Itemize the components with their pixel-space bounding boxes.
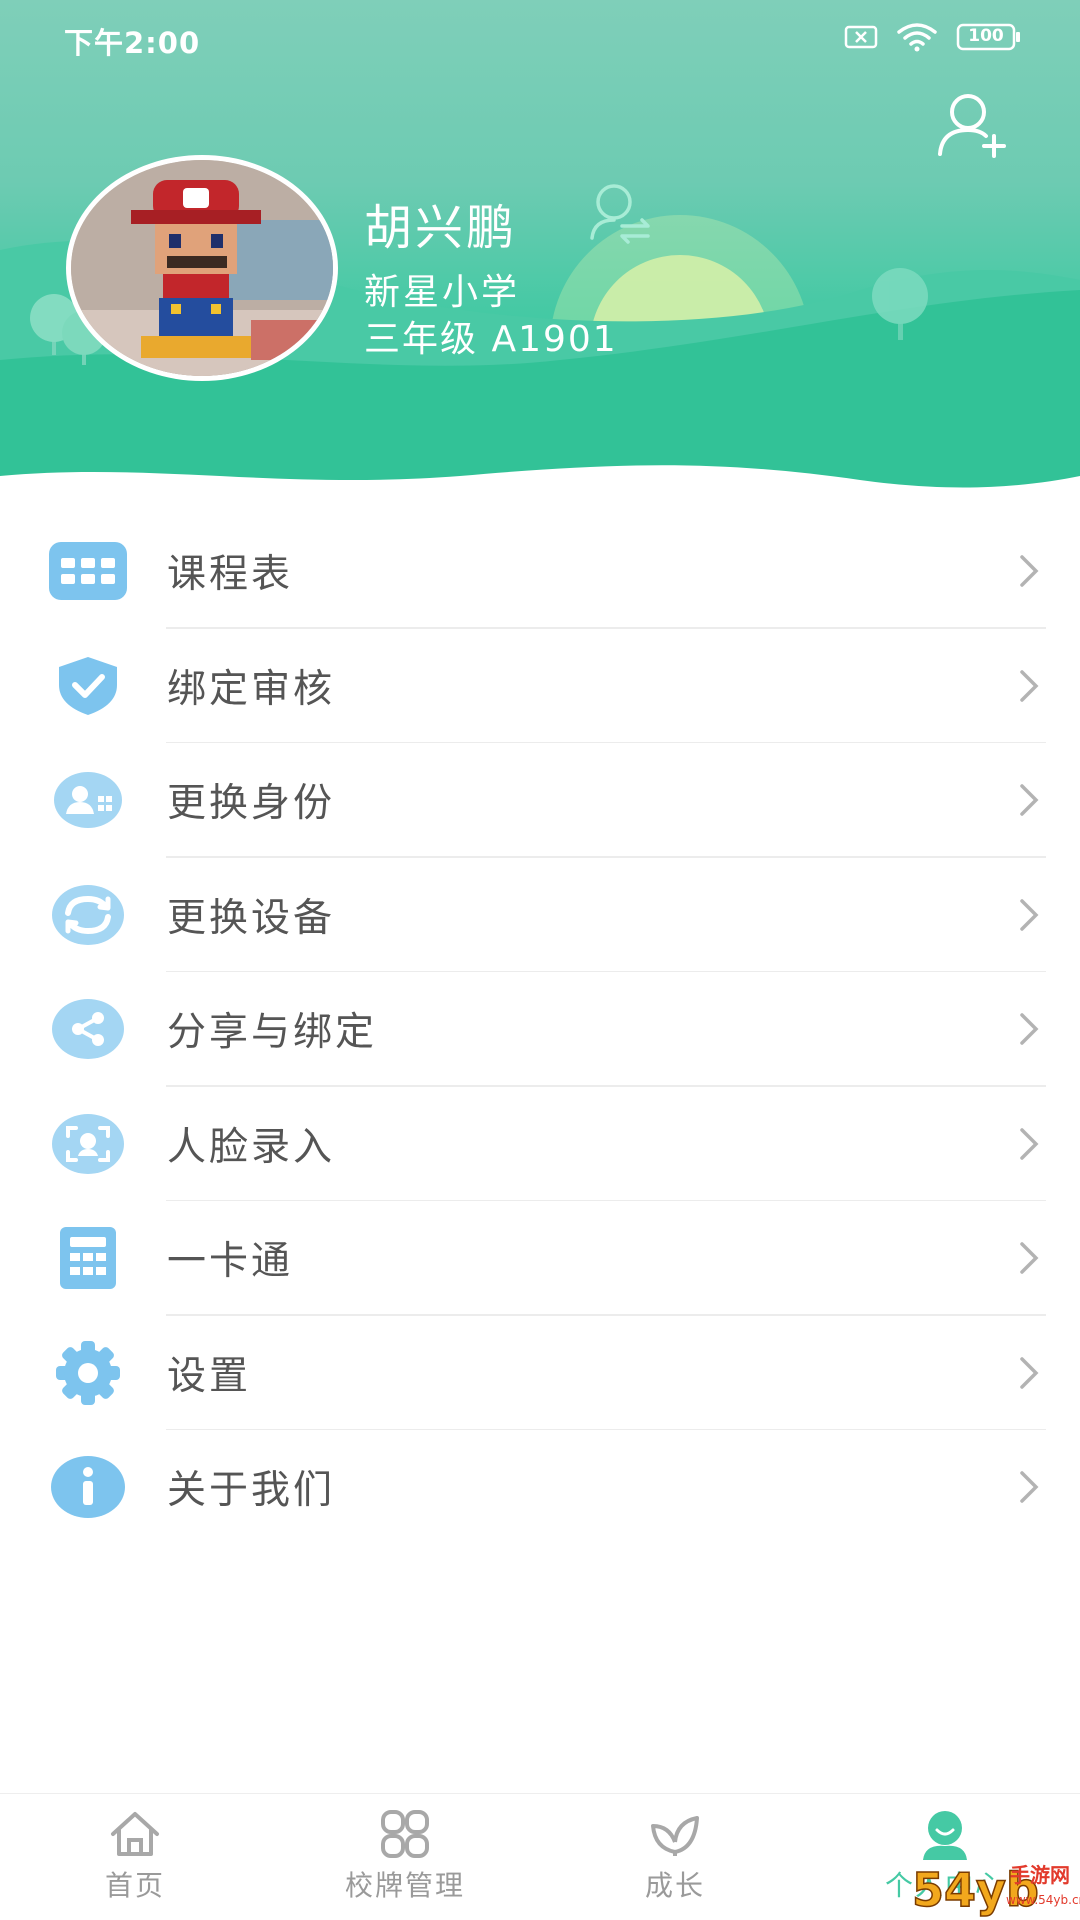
chevron-right-icon	[1020, 1471, 1039, 1503]
battery-indicator: 100	[956, 23, 1022, 51]
add-user-button[interactable]	[934, 90, 1014, 160]
tab-label: 成长	[644, 1869, 705, 1902]
chevron-right-icon	[1020, 1242, 1039, 1274]
tab-growth[interactable]: 成长	[575, 1794, 775, 1920]
identity-card-icon	[48, 765, 128, 835]
menu-item-change-device[interactable]: 更换设备	[0, 858, 1080, 972]
tab-label: 首页	[104, 1869, 165, 1902]
battery-level: 100	[968, 26, 1004, 46]
menu-item-about-us[interactable]: 关于我们	[0, 1430, 1080, 1545]
person-icon	[923, 1811, 967, 1860]
menu-item-change-identity[interactable]: 更换身份	[0, 743, 1080, 858]
chevron-right-icon	[1020, 1357, 1039, 1389]
menu-item-label: 更换设备	[167, 895, 336, 941]
class-grade: 三年级 A1901	[364, 319, 618, 360]
chevron-right-icon	[1020, 784, 1039, 816]
menu-item-label: 更换身份	[167, 781, 336, 827]
chevron-right-icon	[1020, 1128, 1039, 1160]
site-watermark: 54yb 手游网 www.54yb.cn	[910, 1854, 1080, 1920]
menu-item-share-bind[interactable]: 分享与绑定	[0, 972, 1080, 1087]
shield-check-icon	[48, 651, 128, 721]
menu-item-binding-review[interactable]: 绑定审核	[0, 629, 1080, 743]
status-time: 下午2:00	[64, 26, 201, 60]
status-icons: 100	[844, 22, 1022, 52]
no-sim-icon	[844, 25, 878, 49]
profile-header: 下午2:00 100 胡兴鹏 新星小学 三年级 A1901	[0, 0, 1080, 520]
menu-item-label: 人脸录入	[167, 1124, 336, 1170]
menu-item-label: 一卡通	[167, 1239, 294, 1285]
wifi-icon	[897, 23, 937, 52]
watermark-domain: www.54yb.cn	[1006, 1893, 1080, 1907]
menu-item-campus-card[interactable]: 一卡通	[0, 1201, 1080, 1316]
chevron-right-icon	[1020, 670, 1039, 702]
share-icon	[48, 994, 128, 1064]
switch-user-button[interactable]	[586, 180, 656, 244]
refresh-device-icon	[48, 880, 128, 950]
menu-list: 课程表 绑定审核 更换身份 更换设备 分享与绑定 人脸录入 一卡通 设置 关于我…	[0, 514, 1080, 1545]
menu-item-label: 分享与绑定	[167, 1010, 378, 1056]
gear-icon	[48, 1338, 128, 1408]
avatar[interactable]	[66, 155, 338, 381]
menu-item-label: 设置	[167, 1353, 252, 1399]
tab-home[interactable]: 首页	[35, 1794, 235, 1920]
tab-badge-management[interactable]: 校牌管理	[305, 1794, 505, 1920]
watermark-sub: 手游网	[1010, 1863, 1070, 1887]
four-squares-icon	[381, 1810, 429, 1858]
schedule-grid-icon	[48, 536, 128, 606]
user-name: 胡兴鹏	[364, 200, 518, 256]
add-user-icon	[938, 94, 1006, 158]
tab-label: 校牌管理	[344, 1869, 465, 1902]
menu-item-label: 关于我们	[167, 1468, 336, 1514]
menu-item-settings[interactable]: 设置	[0, 1316, 1080, 1430]
chevron-right-icon	[1020, 1013, 1039, 1045]
switch-user-icon	[590, 184, 650, 244]
avatar-photo	[71, 160, 333, 376]
home-icon	[111, 1812, 159, 1856]
info-icon	[48, 1452, 128, 1522]
leaf-icon	[651, 1816, 699, 1856]
chevron-right-icon	[1020, 555, 1039, 587]
menu-item-label: 课程表	[167, 552, 294, 598]
menu-item-face-entry[interactable]: 人脸录入	[0, 1087, 1080, 1201]
school-name: 新星小学	[364, 272, 521, 313]
menu-item-label: 绑定审核	[167, 666, 336, 712]
face-scan-icon	[48, 1109, 128, 1179]
calculator-card-icon	[48, 1223, 128, 1293]
chevron-right-icon	[1020, 899, 1039, 931]
menu-item-schedule[interactable]: 课程表	[0, 514, 1080, 629]
